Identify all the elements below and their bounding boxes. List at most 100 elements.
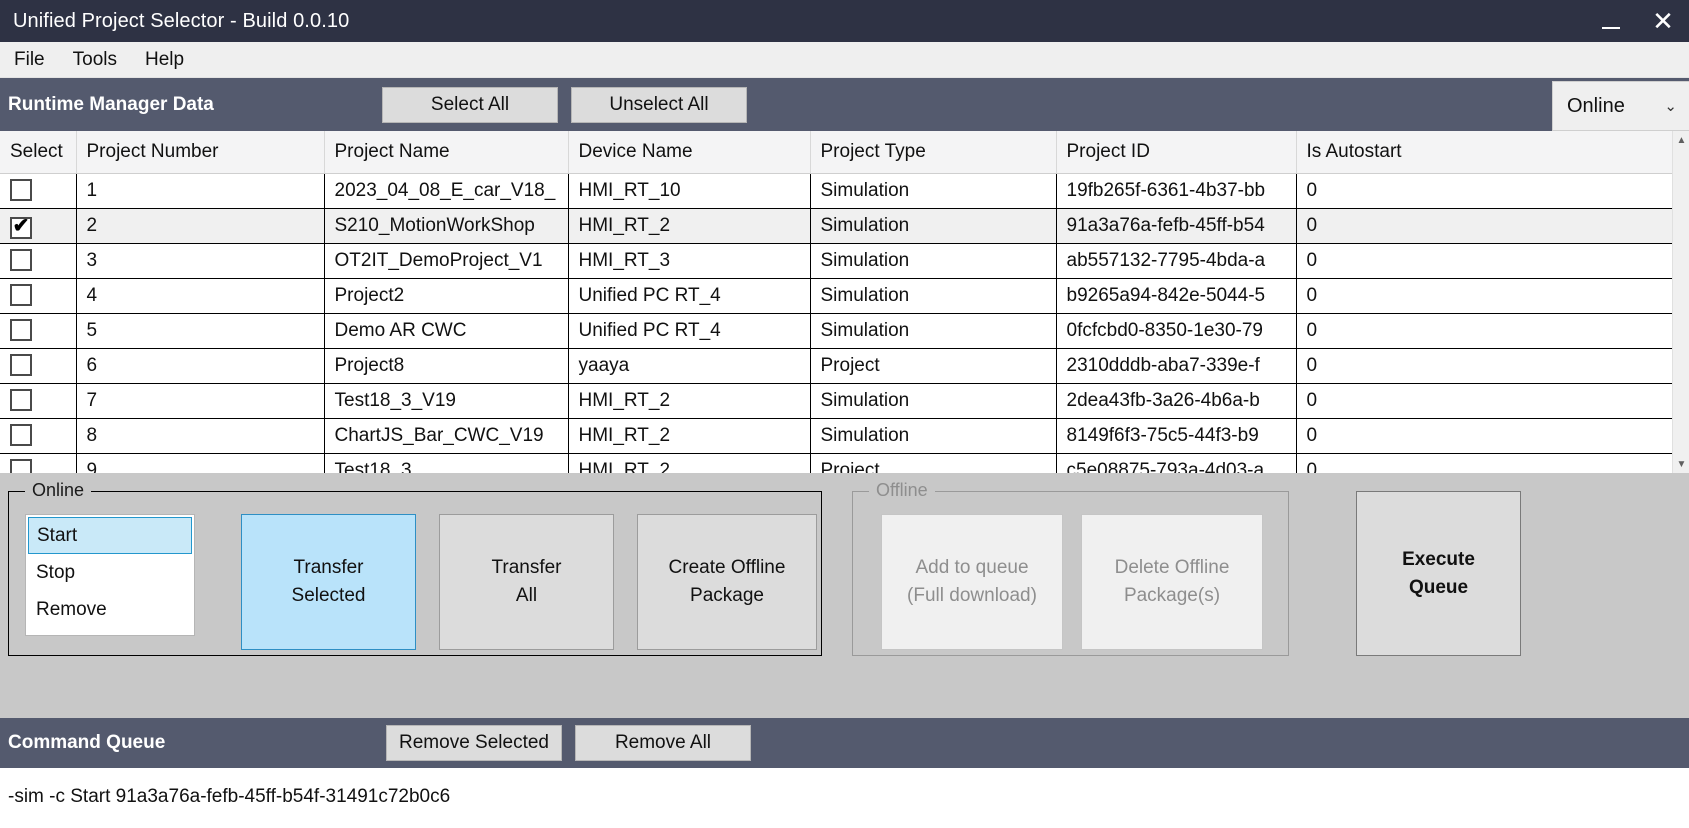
cell-is-autostart: 0 (1296, 208, 1673, 244)
cell-project-name: Project8 (324, 348, 569, 384)
table-header-row: Select Project Number Project Name Devic… (0, 131, 1673, 174)
execute-queue-button[interactable]: Execute Queue (1356, 491, 1521, 656)
checkbox-unchecked-icon[interactable] (10, 178, 32, 201)
row-select-cell[interactable] (0, 243, 77, 279)
remove-selected-button[interactable]: Remove Selected (386, 725, 562, 761)
menu-item-file[interactable]: File (0, 42, 59, 78)
online-group-label: Online (25, 480, 92, 501)
cell-project-id: 19fb265f-6361-4b37-bb (1056, 173, 1297, 209)
scroll-up-arrow-icon[interactable]: ▲ (1673, 131, 1689, 149)
transfer-all-button[interactable]: Transfer All (439, 514, 614, 650)
cell-project-number: 6 (76, 348, 325, 384)
unselect-all-button[interactable]: Unselect All (571, 86, 747, 123)
cell-project-number: 8 (76, 418, 325, 454)
cell-project-name: Demo AR CWC (324, 313, 569, 349)
cell-project-type: Simulation (810, 208, 1057, 244)
table-row[interactable]: 5 Demo AR CWC Unified PC RT_4 Simulation 0fc… (0, 313, 1673, 349)
column-header-project-type[interactable]: Project Type (810, 131, 1057, 174)
table-row[interactable]: 6 Project8 yaaya Project 2310dddb-aba7-339e-… (0, 348, 1673, 384)
cell-project-type: Simulation (810, 383, 1057, 419)
row-select-cell[interactable] (0, 418, 77, 454)
table-row[interactable]: 9 Test18_3 HMI_RT_2 Project c5e08875-793a-4d… (0, 453, 1673, 473)
command-queue-title: Command Queue (8, 732, 166, 753)
checkbox-unchecked-icon[interactable] (10, 318, 32, 341)
cell-device-name: HMI_RT_3 (568, 243, 811, 279)
cell-project-name: S210_MotionWorkShop (324, 208, 569, 244)
row-select-cell[interactable]: ✔ (0, 208, 77, 244)
command-queue-toolbar: Command Queue Remove Selected Remove All (0, 718, 1689, 768)
delete-offline-packages-button: Delete Offline Package(s) (1081, 514, 1263, 650)
offline-group-label: Offline (869, 480, 935, 501)
column-header-project-name[interactable]: Project Name (324, 131, 569, 174)
close-icon: ✕ (1652, 6, 1674, 36)
cell-device-name: HMI_RT_2 (568, 208, 811, 244)
row-select-cell[interactable] (0, 383, 77, 419)
minimize-button[interactable] (1585, 0, 1637, 42)
online-command-start[interactable]: Start (28, 517, 192, 554)
cell-project-id: ab557132-7795-4bda-a (1056, 243, 1297, 279)
cell-project-number: 1 (76, 173, 325, 209)
cell-is-autostart: 0 (1296, 278, 1673, 314)
cell-project-name: 2023_04_08_E_car_V18_ (324, 173, 569, 209)
cell-project-id: c5e08875-793a-4d03-a (1056, 453, 1297, 473)
column-header-is-autostart[interactable]: Is Autostart (1296, 131, 1673, 174)
cell-project-number: 5 (76, 313, 325, 349)
table-row[interactable]: 8 ChartJS_Bar_CWC_V19 HMI_RT_2 Simulation 81… (0, 418, 1673, 454)
cell-is-autostart: 0 (1296, 348, 1673, 384)
column-header-device-name[interactable]: Device Name (568, 131, 811, 174)
row-select-cell[interactable] (0, 173, 77, 209)
table-vertical-scrollbar[interactable]: ▲ ▼ (1672, 131, 1689, 473)
table-row[interactable]: 1 2023_04_08_E_car_V18_ HMI_RT_10 Simulatio… (0, 173, 1673, 209)
row-select-cell[interactable] (0, 348, 77, 384)
remove-all-button[interactable]: Remove All (575, 725, 751, 761)
cell-project-id: 0fcfcbd0-8350-1e30-79 (1056, 313, 1297, 349)
menu-item-tools[interactable]: Tools (59, 42, 131, 78)
column-header-select[interactable]: Select (0, 131, 77, 174)
cell-project-name: Project2 (324, 278, 569, 314)
column-header-project-id[interactable]: Project ID (1056, 131, 1297, 174)
menu-item-help[interactable]: Help (131, 42, 198, 78)
cell-is-autostart: 0 (1296, 243, 1673, 279)
online-command-remove[interactable]: Remove (28, 591, 192, 628)
mode-dropdown[interactable]: Online ⌄ (1552, 81, 1689, 131)
table-row[interactable]: 3 OT2IT_DemoProject_V1 HMI_RT_3 Simulation a… (0, 243, 1673, 279)
scrollbar-thumb[interactable] (1673, 149, 1689, 269)
select-all-button[interactable]: Select All (382, 86, 558, 123)
runtime-manager-title: Runtime Manager Data (8, 93, 214, 115)
command-queue-entry[interactable]: -sim -c Start 91a3a76a-fefb-45ff-b54f-31… (8, 786, 1689, 808)
transfer-selected-button[interactable]: Transfer Selected (241, 514, 416, 650)
checkbox-unchecked-icon[interactable] (10, 423, 32, 446)
online-command-listbox[interactable]: Start Stop Remove (25, 514, 195, 636)
row-select-cell[interactable] (0, 453, 77, 473)
table-row[interactable]: ✔ 2 S210_MotionWorkShop HMI_RT_2 Simulation 9… (0, 208, 1673, 244)
checkbox-unchecked-icon[interactable] (10, 248, 32, 271)
table-row[interactable]: 4 Project2 Unified PC RT_4 Simulation b9265a… (0, 278, 1673, 314)
checkbox-unchecked-icon[interactable] (10, 283, 32, 306)
cell-device-name: yaaya (568, 348, 811, 384)
cell-is-autostart: 0 (1296, 313, 1673, 349)
create-offline-package-button[interactable]: Create Offline Package (637, 514, 817, 650)
cell-device-name: HMI_RT_2 (568, 453, 811, 473)
row-select-cell[interactable] (0, 278, 77, 314)
cell-project-number: 2 (76, 208, 325, 244)
checkbox-unchecked-icon[interactable] (10, 458, 32, 473)
command-queue-list[interactable]: -sim -c Start 91a3a76a-fefb-45ff-b54f-31… (0, 768, 1689, 828)
cell-device-name: HMI_RT_2 (568, 383, 811, 419)
cell-project-name: Test18_3 (324, 453, 569, 473)
row-select-cell[interactable] (0, 313, 77, 349)
column-header-project-number[interactable]: Project Number (76, 131, 325, 174)
close-button[interactable]: ✕ (1637, 0, 1689, 42)
cell-project-type: Simulation (810, 278, 1057, 314)
table-row[interactable]: 7 Test18_3_V19 HMI_RT_2 Simulation 2dea43fb-… (0, 383, 1673, 419)
checkbox-checked-icon[interactable]: ✔ (10, 216, 32, 239)
scroll-down-arrow-icon[interactable]: ▼ (1673, 455, 1689, 473)
online-command-stop[interactable]: Stop (28, 554, 192, 591)
cell-project-type: Project (810, 453, 1057, 473)
checkbox-unchecked-icon[interactable] (10, 388, 32, 411)
checkbox-unchecked-icon[interactable] (10, 353, 32, 376)
chevron-down-icon: ⌄ (1664, 98, 1677, 115)
runtime-manager-toolbar: Runtime Manager Data Select All Unselect… (0, 78, 1689, 131)
cell-project-name: OT2IT_DemoProject_V1 (324, 243, 569, 279)
cell-device-name: HMI_RT_10 (568, 173, 811, 209)
cell-project-id: b9265a94-842e-5044-5 (1056, 278, 1297, 314)
